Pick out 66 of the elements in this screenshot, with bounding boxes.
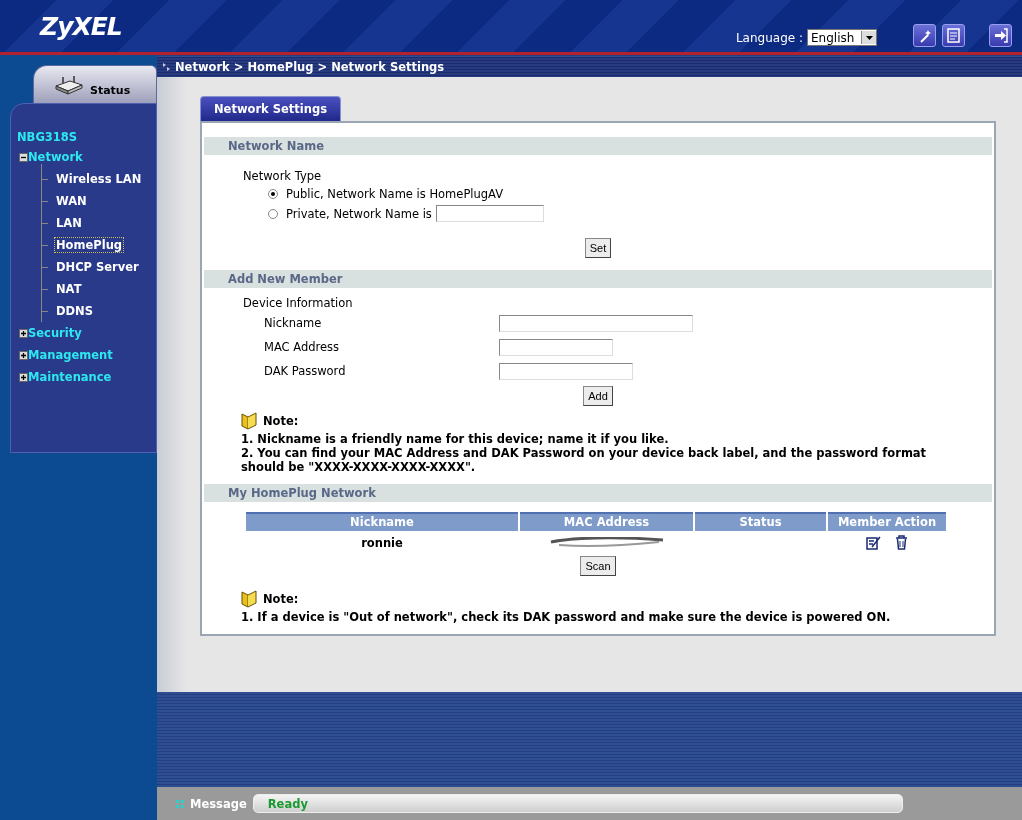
tab[interactable]: Network Settings — [200, 96, 342, 121]
note-text: 1. If a device is "Out of network", check its DAK password and make sure the device is powered ON. — [241, 610, 892, 624]
caret-icon — [865, 35, 873, 40]
router-icon — [54, 76, 84, 95]
notes-button[interactable] — [942, 24, 965, 47]
table-cell-text: ronnie — [360, 534, 404, 552]
note-title: Note: — [263, 592, 299, 606]
edit-icon[interactable] — [866, 535, 881, 550]
column-header: MAC Address — [520, 512, 693, 531]
section-header: Add New Member — [204, 270, 992, 288]
tree-item[interactable]: Wireless LAN — [54, 171, 144, 187]
trash-icon[interactable] — [895, 535, 908, 550]
action-button[interactable]: Add — [583, 386, 613, 406]
action-button[interactable]: Scan — [580, 556, 616, 576]
message-label: Message — [190, 796, 247, 811]
group-label: Device Information — [243, 296, 354, 310]
tree-item[interactable]: WAN — [54, 193, 89, 209]
network-name-field[interactable] — [435, 205, 544, 222]
note-title: Note: — [263, 414, 299, 428]
language-label: Language : — [735, 31, 803, 45]
field-label: Nickname — [264, 316, 323, 330]
dots-icon — [176, 799, 184, 808]
tree-item[interactable]: LAN — [54, 215, 84, 231]
radio-button[interactable] — [268, 189, 278, 199]
tree-item[interactable]: HomePlug — [54, 237, 125, 253]
radio-label: Private, Network Name is — [286, 206, 432, 221]
logout-button[interactable] — [989, 24, 1012, 47]
section-header: My HomePlug Network — [204, 484, 992, 502]
breadcrumb-arrow-icon — [163, 63, 170, 71]
wizard-button[interactable] — [913, 24, 936, 47]
tree-item[interactable]: Security — [28, 326, 82, 340]
column-header: Status — [695, 512, 826, 531]
note-text: 2. You can find your MAC Address and DAK Password on your device back label, and the password format should be "XXXX-XXXX-XXXX-XXXX". — [241, 446, 928, 474]
note-icon — [241, 412, 257, 430]
tree-item[interactable]: NAT — [54, 281, 84, 297]
document-icon — [947, 28, 960, 43]
column-header: Nickname — [246, 512, 518, 531]
tree-item[interactable]: Management — [28, 348, 113, 362]
device-name: NBG318S — [17, 130, 79, 144]
column-header: Member Action — [828, 512, 946, 531]
status-message: Ready — [252, 794, 903, 813]
expand-icon[interactable] — [19, 372, 28, 382]
field-label: MAC Address — [264, 340, 341, 354]
text-field[interactable] — [499, 314, 693, 332]
expand-icon[interactable] — [19, 350, 28, 360]
status-tab[interactable]: Status — [33, 65, 157, 105]
radio-label: Public, Network Name is HomePlugAV — [286, 187, 504, 201]
note-text: 1. Nickname is a friendly name for this device; name it if you like. — [241, 432, 670, 446]
action-button[interactable]: Set — [584, 238, 612, 258]
text-field[interactable] — [499, 338, 613, 356]
expand-icon[interactable] — [19, 328, 28, 338]
tree-item[interactable]: DDNS — [54, 303, 95, 319]
collapse-icon[interactable] — [19, 152, 28, 162]
field-label: DAK Password — [264, 364, 347, 378]
breadcrumb-path: Network > HomePlug > Network Settings — [175, 60, 445, 74]
tree-item[interactable]: DHCP Server — [54, 259, 141, 275]
language-dropdown[interactable]: English — [807, 29, 877, 46]
exit-icon — [993, 28, 1008, 43]
tree-item[interactable]: Maintenance — [28, 370, 112, 384]
brand-logo: ZyXEL — [40, 11, 122, 41]
radio-button[interactable] — [268, 208, 278, 219]
section-header: Network Name — [204, 137, 992, 155]
note-icon — [241, 590, 257, 608]
text-field[interactable] — [499, 362, 633, 380]
tree-item[interactable]: Network — [28, 150, 83, 164]
group-label: Network Type — [243, 169, 323, 183]
